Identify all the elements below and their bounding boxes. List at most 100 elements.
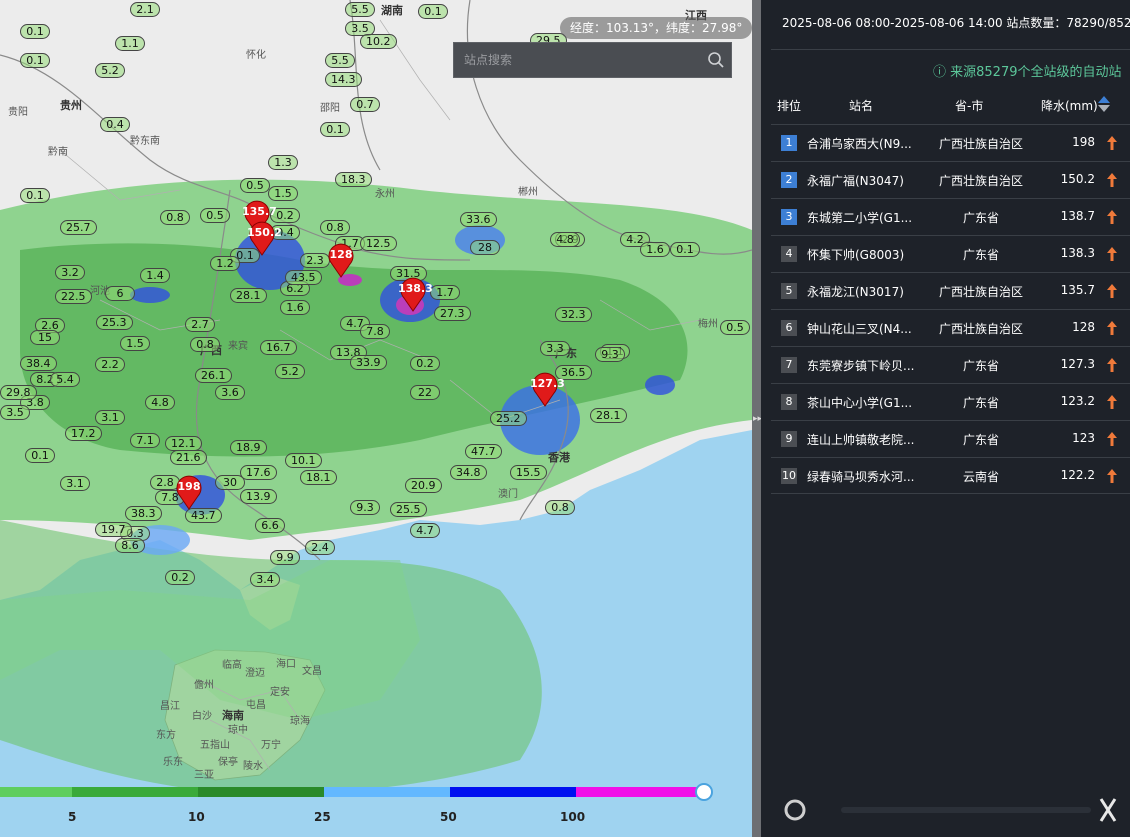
station-value-label[interactable]: 43.5 bbox=[285, 270, 322, 285]
station-value-label[interactable]: 17.6 bbox=[240, 465, 277, 480]
table-row[interactable]: 3 东城第二小学(G1... 广东省 138.7 bbox=[771, 198, 1130, 235]
table-row[interactable]: 6 钟山花山三叉(N4... 广西壮族自治区 128 bbox=[771, 309, 1130, 346]
station-value-label[interactable]: 28.1 bbox=[230, 288, 267, 303]
station-value-label[interactable]: 10.1 bbox=[285, 453, 322, 468]
table-row[interactable]: 7 东莞寮步镇下岭贝... 广东省 127.3 bbox=[771, 346, 1130, 383]
station-value-label[interactable]: 43.7 bbox=[185, 508, 222, 523]
station-value-label[interactable]: 15.5 bbox=[510, 465, 547, 480]
station-value-label[interactable]: 5.2 bbox=[275, 364, 305, 379]
station-value-label[interactable]: 28.1 bbox=[590, 408, 627, 423]
station-value-label[interactable]: 0.7 bbox=[350, 97, 380, 112]
station-value-label[interactable]: 6.6 bbox=[255, 518, 285, 533]
table-row[interactable]: 5 永福龙江(N3017) 广西壮族自治区 135.7 bbox=[771, 272, 1130, 309]
station-value-label[interactable]: 28 bbox=[470, 240, 500, 255]
station-value-label[interactable]: 18.3 bbox=[335, 172, 372, 187]
station-value-label[interactable]: 0.1 bbox=[670, 242, 700, 257]
station-value-label[interactable]: 4.8 bbox=[145, 395, 175, 410]
table-row[interactable]: 10 绿春骑马坝秀水河... 云南省 122.2 bbox=[771, 457, 1130, 494]
station-value-label[interactable]: 1.3 bbox=[268, 155, 298, 170]
station-value-label[interactable]: 1.5 bbox=[120, 336, 150, 351]
station-value-label[interactable]: 27.3 bbox=[434, 306, 471, 321]
station-value-label[interactable]: 29.8 bbox=[0, 385, 37, 400]
station-search[interactable] bbox=[453, 42, 732, 78]
station-value-label[interactable]: 1.7 bbox=[430, 285, 460, 300]
station-value-label[interactable]: 7.1 bbox=[130, 433, 160, 448]
station-value-label[interactable]: 13.9 bbox=[240, 489, 277, 504]
station-value-label[interactable]: 0.1 bbox=[20, 24, 50, 39]
sort-icon[interactable] bbox=[1097, 95, 1111, 116]
station-value-label[interactable]: 38.3 bbox=[125, 506, 162, 521]
station-value-label[interactable]: 15 bbox=[30, 330, 60, 345]
rainfall-legend[interactable]: 5 10 25 50 100 bbox=[0, 782, 720, 824]
station-value-label[interactable]: 34.8 bbox=[450, 465, 487, 480]
station-value-label[interactable]: 20.9 bbox=[405, 478, 442, 493]
station-value-label[interactable]: 25.5 bbox=[390, 502, 427, 517]
station-value-label[interactable]: 0.5 bbox=[720, 320, 750, 335]
station-marker[interactable]: 127.3 bbox=[530, 369, 565, 407]
station-value-label[interactable]: 1.2 bbox=[210, 256, 240, 271]
station-value-label[interactable]: 2.7 bbox=[185, 317, 215, 332]
station-value-label[interactable]: 33.6 bbox=[460, 212, 497, 227]
station-value-label[interactable]: 9.9 bbox=[270, 550, 300, 565]
column-rain[interactable]: 降水(mm) bbox=[1041, 97, 1098, 114]
station-value-label[interactable]: 1.5 bbox=[268, 186, 298, 201]
station-value-label[interactable]: 5.2 bbox=[95, 63, 125, 78]
station-value-label[interactable]: 0.1 bbox=[320, 122, 350, 137]
station-value-label[interactable]: 0.2 bbox=[165, 570, 195, 585]
station-value-label[interactable]: 0.8 bbox=[190, 337, 220, 352]
table-row[interactable]: 1 合浦乌家西大(N9... 广西壮族自治区 198 bbox=[771, 124, 1130, 161]
station-value-label[interactable]: 18.9 bbox=[230, 440, 267, 455]
station-value-label[interactable]: 8.6 bbox=[115, 538, 145, 553]
station-value-label[interactable]: 12.5 bbox=[360, 236, 397, 251]
station-value-label[interactable]: 0.1 bbox=[20, 188, 50, 203]
station-value-label[interactable]: 25.2 bbox=[490, 411, 527, 426]
station-value-label[interactable]: 3.3 bbox=[540, 341, 570, 356]
station-value-label[interactable]: 19.7 bbox=[95, 522, 132, 537]
legend-slider-handle[interactable] bbox=[695, 783, 713, 801]
station-value-label[interactable]: 4.7 bbox=[410, 523, 440, 538]
table-row[interactable]: 2 永福广福(N3047) 广西壮族自治区 150.2 bbox=[771, 161, 1130, 198]
station-value-label[interactable]: 25.7 bbox=[60, 220, 97, 235]
station-marker[interactable]: 138.3 bbox=[398, 274, 433, 312]
station-value-label[interactable]: 9.3 bbox=[350, 500, 380, 515]
station-value-label[interactable]: 1.6 bbox=[280, 300, 310, 315]
station-value-label[interactable]: 9.3 bbox=[595, 347, 625, 362]
station-value-label[interactable]: 3.6 bbox=[215, 385, 245, 400]
station-value-label[interactable]: 18.1 bbox=[300, 470, 337, 485]
station-value-label[interactable]: 25.3 bbox=[96, 315, 133, 330]
station-value-label[interactable]: 1.6 bbox=[640, 242, 670, 257]
station-value-label[interactable]: 4.8 bbox=[550, 232, 580, 247]
station-value-label[interactable]: 2.2 bbox=[95, 357, 125, 372]
station-value-label[interactable]: 12.1 bbox=[165, 436, 202, 451]
station-value-label[interactable]: 14.3 bbox=[325, 72, 362, 87]
station-value-label[interactable]: 21.6 bbox=[170, 450, 207, 465]
station-marker[interactable]: 150.2 bbox=[247, 218, 282, 256]
table-row[interactable]: 4 怀集下帅(G8003) 广东省 138.3 bbox=[771, 235, 1130, 272]
station-value-label[interactable]: 0.8 bbox=[160, 210, 190, 225]
station-value-label[interactable]: 30 bbox=[215, 475, 245, 490]
station-search-input[interactable] bbox=[454, 43, 701, 77]
station-value-label[interactable]: 10.2 bbox=[360, 34, 397, 49]
table-row[interactable]: 9 连山上帅镇敬老院... 广东省 123 bbox=[771, 420, 1130, 457]
station-value-label[interactable]: 26.1 bbox=[195, 368, 232, 383]
station-value-label[interactable]: 5.5 bbox=[325, 53, 355, 68]
station-value-label[interactable]: 1.4 bbox=[140, 268, 170, 283]
station-value-label[interactable]: 0.5 bbox=[200, 208, 230, 223]
station-value-label[interactable]: 1.1 bbox=[115, 36, 145, 51]
station-marker[interactable]: 128 bbox=[326, 240, 356, 278]
station-value-label[interactable]: 47.7 bbox=[465, 444, 502, 459]
station-value-label[interactable]: 0.1 bbox=[418, 4, 448, 19]
station-value-label[interactable]: 22.5 bbox=[55, 289, 92, 304]
station-value-label[interactable]: 2.4 bbox=[305, 540, 335, 555]
station-value-label[interactable]: 33.9 bbox=[350, 355, 387, 370]
station-value-label[interactable]: 3.1 bbox=[95, 410, 125, 425]
station-marker[interactable]: 198 bbox=[174, 472, 204, 510]
station-value-label[interactable]: 5.5 bbox=[345, 2, 375, 17]
station-value-label[interactable]: 38.4 bbox=[20, 356, 57, 371]
station-value-label[interactable]: 32.3 bbox=[555, 307, 592, 322]
station-value-label[interactable]: 3.5 bbox=[0, 405, 30, 420]
station-value-label[interactable]: 3.4 bbox=[250, 572, 280, 587]
station-value-label[interactable]: 0.2 bbox=[410, 356, 440, 371]
station-value-label[interactable]: 0.1 bbox=[25, 448, 55, 463]
station-value-label[interactable]: 0.8 bbox=[320, 220, 350, 235]
